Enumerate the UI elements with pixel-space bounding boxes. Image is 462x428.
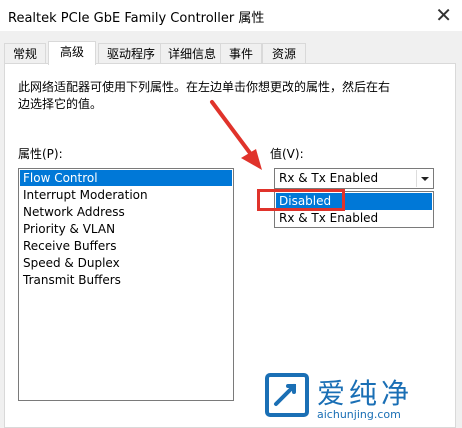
tab-advanced[interactable]: 高级 xyxy=(48,41,96,65)
brand-url: aichunjing.com xyxy=(317,408,401,421)
brand-name: 爱纯净 xyxy=(317,377,414,410)
brand-logo-icon xyxy=(265,373,309,417)
watermark: 爱纯净 aichunjing.com xyxy=(262,370,462,428)
